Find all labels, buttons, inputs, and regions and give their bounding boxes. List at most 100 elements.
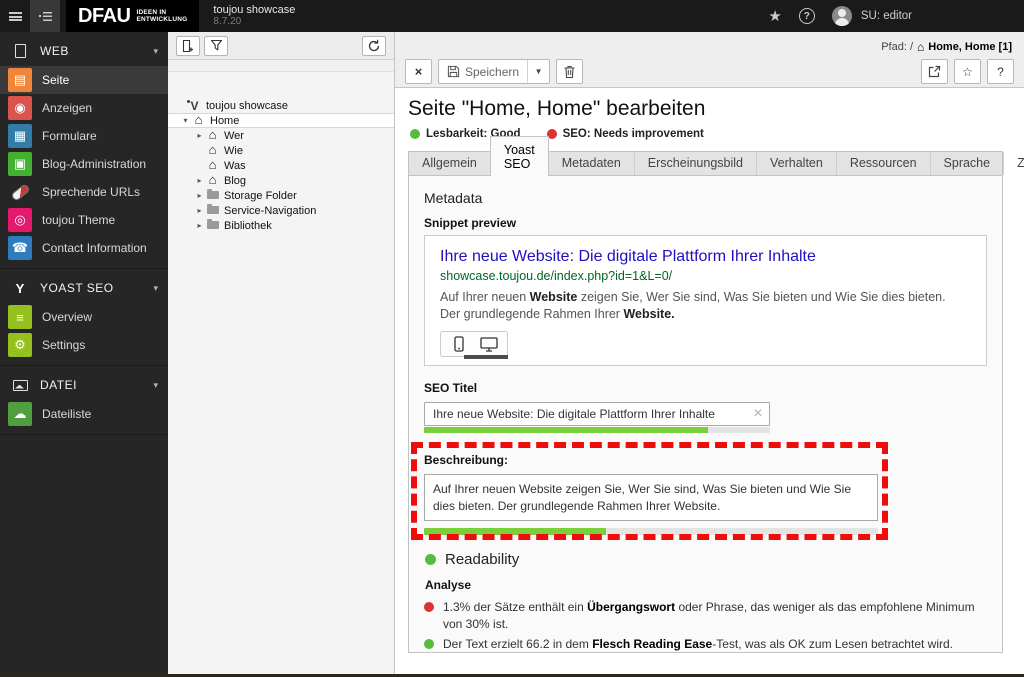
analysis-list: 1.3% der Sätze enthält ein Übergangswort… (424, 599, 987, 652)
tree-item-service-navigation[interactable]: ▸ Service-Navigation (168, 203, 394, 218)
trash-icon (564, 65, 575, 78)
tree-expander-icon[interactable]: ▸ (194, 206, 205, 215)
tree-item-storage-folder[interactable]: ▸ Storage Folder (168, 188, 394, 203)
seo-title-input[interactable] (424, 402, 770, 426)
save-button[interactable]: Speichern (439, 65, 527, 79)
blog-administration-module-icon: ▣ (8, 152, 32, 176)
tree-item-home[interactable]: ▾ ⌂ Home (168, 113, 394, 128)
tree-item-label: Home (210, 114, 240, 127)
dateiliste-module-icon: ☁ (8, 402, 32, 426)
sidebar-item-overview[interactable]: ≡ Overview (0, 303, 168, 331)
sidebar-item-seite[interactable]: ▤ Seite (0, 66, 168, 94)
external-link-icon (928, 65, 941, 78)
delete-button[interactable] (556, 59, 584, 84)
path-value: Home, Home [1] (928, 40, 1012, 53)
overview-module-icon: ≡ (8, 305, 32, 329)
new-page-button[interactable] (176, 35, 200, 56)
sidebar-item-contact-information[interactable]: ☎ Contact Information (0, 234, 168, 262)
breadcrumb: Pfad: / ⌂ Home, Home [1] (395, 32, 1024, 57)
sidebar-item-label: Sprechende URLs (42, 185, 141, 199)
avatar[interactable] (831, 6, 852, 26)
mobile-icon (454, 336, 464, 352)
tree-expander-icon[interactable]: ▾ (180, 116, 191, 125)
pill-icon (9, 182, 31, 202)
sidebar-item-anzeigen[interactable]: ◉ Anzeigen (0, 94, 168, 122)
site-version: 8.7.20 (213, 16, 242, 27)
save-button-group[interactable]: Speichern ▼ (438, 59, 551, 84)
tree-item-toujou-showcase[interactable]: Vtoujou showcase (168, 98, 394, 113)
tree-item-label: Storage Folder (224, 189, 297, 202)
tree-item-was[interactable]: ⌂ Was (168, 158, 394, 173)
description-block: Beschreibung: Auf Ihrer neuen Website ze… (411, 442, 888, 540)
tab-allgemein[interactable]: Allgemein (409, 152, 491, 175)
description-textarea[interactable]: Auf Ihrer neuen Website zeigen Sie, Wer … (424, 474, 878, 521)
sidebar-item-blog-administration[interactable]: ▣ Blog-Administration (0, 150, 168, 178)
active-device-indicator (464, 355, 508, 359)
tree-item-blog[interactable]: ▸ ⌂ Blog (168, 173, 394, 188)
bookmark-star-icon[interactable]: ★ (768, 7, 781, 25)
typo3-logo-icon: V (190, 98, 199, 113)
menu-toggle-button[interactable] (0, 0, 30, 32)
chevron-down-icon: ▾ (153, 45, 158, 56)
mobile-preview-button[interactable] (449, 335, 469, 353)
snippet-title[interactable]: Ihre neue Website: Die digitale Plattfor… (440, 247, 971, 267)
tab-bar: Allgemein Yoast SEO Metadaten Erscheinungsb… (408, 136, 1024, 176)
folder-icon (205, 218, 220, 232)
snippet-url: showcase.toujou.de/index.php?id=1&L=0/ (440, 269, 673, 283)
floppy-icon (447, 65, 460, 78)
tab-erscheinungsbild[interactable]: Erscheinungsbild (635, 152, 757, 175)
tab-verhalten[interactable]: Verhalten (757, 152, 837, 175)
sidebar-item-dateiliste[interactable]: ☁ Dateiliste (0, 400, 168, 428)
analysis-text: 1.3% der Sätze enthält ein Übergangswort… (443, 600, 975, 631)
sidebar-section-label: YOAST SEO (40, 281, 114, 295)
sidebar-item-sprechende-urls[interactable]: Sprechende URLs (0, 178, 168, 206)
sidebar-item-label: Settings (42, 338, 86, 352)
sidebar-section-yoast-seo[interactable]: Y YOAST SEO ▾ (0, 273, 168, 303)
view-page-button[interactable] (921, 59, 948, 84)
clear-input-icon[interactable]: ✕ (753, 406, 763, 420)
tree-item-label: Bibliothek (224, 219, 272, 232)
snippet-preview-label: Snippet preview (424, 216, 517, 230)
help-button[interactable]: ? (987, 59, 1014, 84)
tab-yoast-seo[interactable]: Yoast SEO (489, 136, 549, 176)
tree-item-wie[interactable]: ⌂ Wie (168, 143, 394, 158)
save-dropdown-button[interactable]: ▼ (527, 60, 549, 83)
hamburger-icon (8, 11, 22, 21)
doc-outline-icon (8, 44, 32, 58)
username[interactable]: SU: editor (861, 10, 912, 22)
tab-metadaten[interactable]: Metadaten (549, 152, 635, 175)
analysis-item: 1.3% der Sätze enthält ein Übergangswort… (424, 599, 987, 633)
sidebar-item-toujou-theme[interactable]: ◎ toujou Theme (0, 206, 168, 234)
sidebar-item-label: Contact Information (42, 241, 147, 255)
tree-item-bibliothek[interactable]: ▸ Bibliothek (168, 218, 394, 233)
filter-button[interactable] (204, 35, 228, 56)
tab-ressourcen[interactable]: Ressourcen (837, 152, 931, 175)
sidebar-item-settings[interactable]: ⚙ Settings (0, 331, 168, 359)
folder-icon (205, 203, 220, 217)
yoast-logo-icon: Y (15, 280, 25, 296)
help-icon[interactable]: ? (798, 8, 815, 24)
tree-expander-icon[interactable]: ▸ (194, 191, 205, 200)
sidebar-section-web[interactable]: WEB ▾ (0, 36, 168, 66)
sidebar-section-datei[interactable]: DATEI ▾ (0, 370, 168, 400)
page-home-icon: ⌂ (208, 172, 217, 187)
sidebar-item-formulare[interactable]: ▦ Formulare (0, 122, 168, 150)
refresh-button[interactable] (362, 35, 386, 56)
snippet-preview-box: Ihre neue Website: Die digitale Plattfor… (424, 235, 987, 366)
tree-item-wer[interactable]: ▸ ⌂ Wer (168, 128, 394, 143)
brand-name: DFAU (78, 4, 131, 27)
page-home-icon: ⌂ (208, 157, 217, 172)
desktop-preview-button[interactable] (479, 335, 499, 353)
bookmark-button[interactable]: ☆ (954, 59, 981, 84)
sidebar-section-label: WEB (40, 44, 69, 58)
pagetree-toggle-button[interactable] (30, 0, 60, 32)
tree-expander-icon[interactable]: ▸ (194, 131, 205, 140)
pagetree-filter-strip (168, 60, 394, 72)
close-button[interactable]: × (405, 59, 432, 84)
tab-zugriff[interactable]: Zugriff (1004, 152, 1024, 175)
tree-expander-icon[interactable]: ▸ (194, 221, 205, 230)
tree-expander-icon[interactable]: ▸ (194, 176, 205, 185)
seite-module-icon: ▤ (8, 68, 32, 92)
tab-sprache[interactable]: Sprache (931, 152, 1005, 175)
brand-logo[interactable]: DFAU IDEEN IN ENTWICKLUNG (66, 0, 200, 32)
